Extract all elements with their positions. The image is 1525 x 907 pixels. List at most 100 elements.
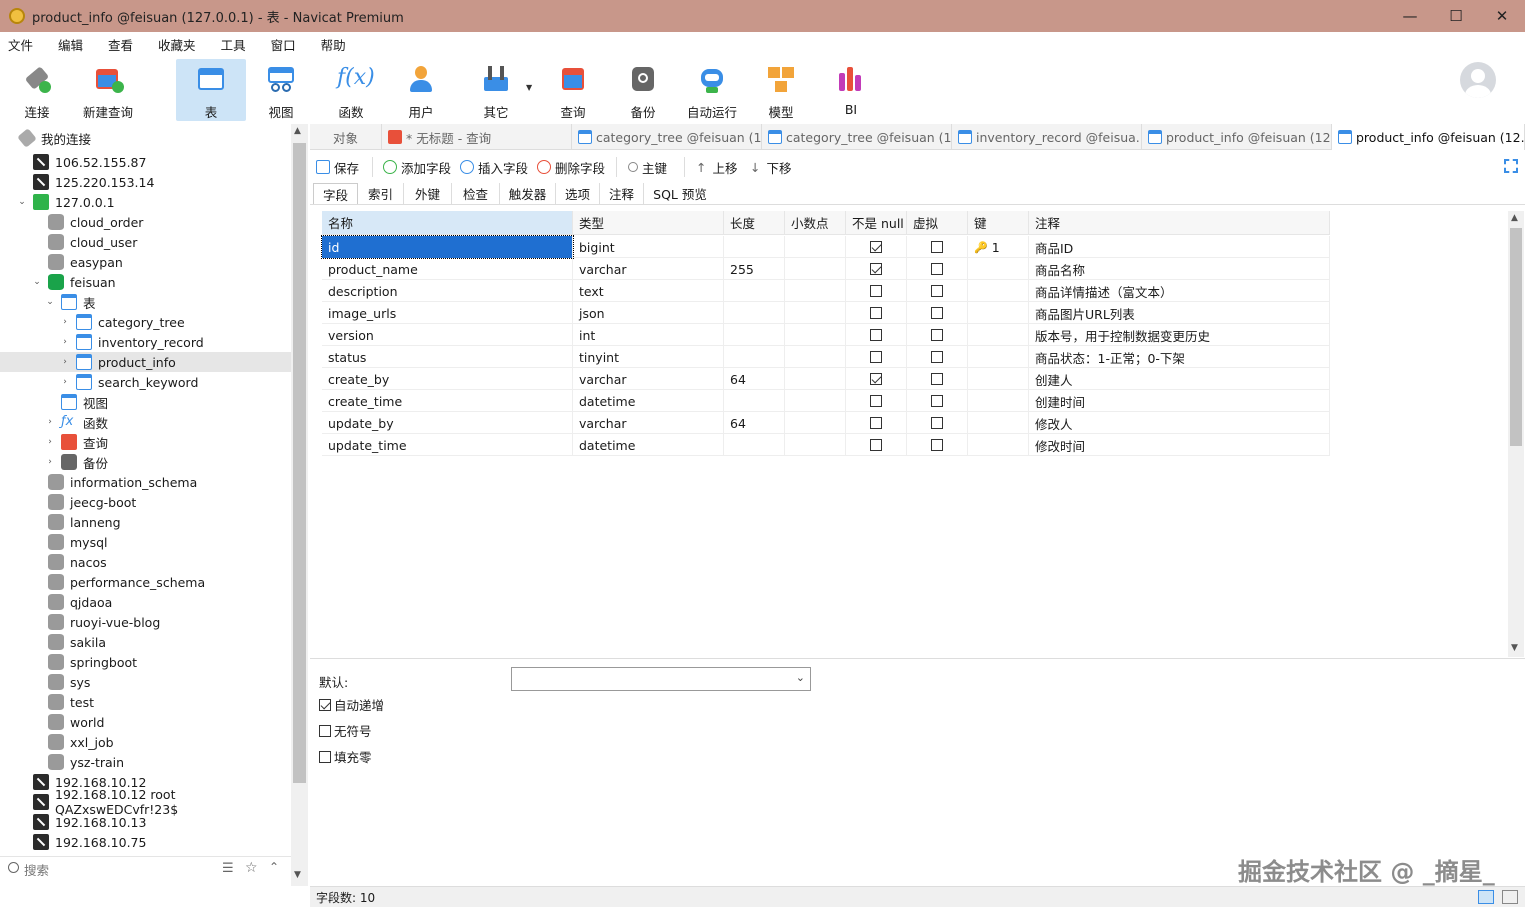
subtab-sql-preview[interactable]: SQL 预览 (644, 183, 716, 204)
primary-key-button[interactable]: 主键 (628, 158, 667, 176)
tree-item[interactable]: › 查询 (0, 432, 291, 452)
name-cell[interactable]: id (321, 235, 574, 259)
len-cell[interactable]: 255 (724, 258, 785, 280)
tree-item[interactable]: ⌄ 表 (0, 292, 291, 312)
tree-item[interactable]: › category_tree (0, 312, 291, 332)
comment-cell[interactable]: 商品名称 (1029, 258, 1330, 280)
type-cell[interactable]: int (573, 324, 724, 346)
dec-cell[interactable] (785, 346, 846, 368)
dec-cell[interactable] (785, 368, 846, 390)
tree-item[interactable]: 192.168.10.75 (0, 832, 291, 852)
virtual-checkbox[interactable] (930, 307, 943, 319)
tree-item[interactable]: 192.168.10.13 (0, 812, 291, 832)
unsigned-checkbox[interactable] (319, 724, 331, 737)
key-cell[interactable] (968, 346, 1029, 368)
dec-cell[interactable] (785, 390, 846, 412)
tree-item[interactable]: world (0, 712, 291, 732)
virtual-cell[interactable] (907, 236, 968, 258)
grid-scroll-up-icon[interactable]: ▲ (1511, 213, 1518, 223)
virtual-checkbox[interactable] (930, 263, 943, 275)
dec-cell[interactable] (785, 302, 846, 324)
virtual-checkbox[interactable] (930, 417, 943, 429)
menu-favorites[interactable]: 收藏夹 (150, 35, 196, 54)
key-cell[interactable] (968, 390, 1029, 412)
grid-scroll-down-icon[interactable]: ▼ (1511, 643, 1518, 653)
len-cell[interactable]: 64 (724, 412, 785, 434)
virtual-checkbox[interactable] (930, 439, 943, 451)
virtual-cell[interactable] (907, 324, 968, 346)
name-cell[interactable]: update_by (322, 412, 573, 434)
tree-item[interactable]: test (0, 692, 291, 712)
len-cell[interactable] (724, 280, 785, 302)
tree-item[interactable]: › product_info (0, 352, 291, 372)
dec-cell[interactable] (785, 236, 846, 258)
toolbar-function-button[interactable]: f(x) 函数 (328, 59, 375, 121)
type-cell[interactable]: datetime (573, 390, 724, 412)
chevron-right-icon[interactable]: › (60, 337, 70, 347)
not-null-checkbox[interactable] (869, 395, 882, 407)
menu-help[interactable]: 帮助 (313, 35, 346, 54)
name-cell[interactable]: create_by (322, 368, 573, 390)
comment-cell[interactable]: 商品状态：1-正常；0-下架 (1029, 346, 1330, 368)
virtual-cell[interactable] (907, 412, 968, 434)
tree-item[interactable]: sys (0, 672, 291, 692)
name-cell[interactable]: status (322, 346, 573, 368)
scroll-up-icon[interactable]: ▲ (294, 126, 301, 136)
tree-item[interactable]: performance_schema (0, 572, 291, 592)
subtab-checks[interactable]: 检查 (452, 183, 500, 204)
chevron-right-icon[interactable]: › (45, 417, 55, 427)
scroll-down-icon[interactable]: ▼ (294, 870, 301, 880)
tree-item[interactable]: cloud_user (0, 232, 291, 252)
comment-cell[interactable]: 修改时间 (1029, 434, 1330, 456)
column-header-comment[interactable]: 注释 (1029, 211, 1330, 235)
virtual-cell[interactable] (907, 346, 968, 368)
not-null-cell[interactable] (846, 280, 907, 302)
type-cell[interactable]: datetime (573, 434, 724, 456)
toolbar-backup-button[interactable]: 备份 (620, 59, 666, 121)
virtual-cell[interactable] (907, 258, 968, 280)
toolbar-other-button[interactable]: 其它 (472, 59, 520, 121)
delete-field-button[interactable]: 删除字段 (537, 158, 605, 176)
column-header-type[interactable]: 类型 (573, 211, 724, 235)
zerofill-checkbox[interactable] (319, 750, 331, 763)
toolbar-connection-button[interactable]: 连接 (10, 59, 64, 121)
tree-item[interactable]: information_schema (0, 472, 291, 492)
search-input[interactable] (24, 860, 204, 880)
menu-edit[interactable]: 编辑 (50, 35, 83, 54)
key-cell[interactable] (968, 412, 1029, 434)
not-null-checkbox[interactable] (869, 263, 882, 275)
not-null-cell[interactable] (846, 302, 907, 324)
virtual-checkbox[interactable] (930, 329, 943, 341)
toolbar-view-button[interactable]: 视图 (258, 59, 304, 121)
not-null-checkbox[interactable] (869, 351, 882, 363)
tree-item[interactable]: › 备份 (0, 452, 291, 472)
name-cell[interactable]: description (322, 280, 573, 302)
tab-inventory-record[interactable]: inventory_record @feisua... (952, 124, 1142, 150)
tree-item[interactable]: ⌄ 127.0.0.1 (0, 192, 291, 212)
comment-cell[interactable]: 创建时间 (1029, 390, 1330, 412)
save-button[interactable]: 保存 (316, 158, 359, 176)
tree-item[interactable]: sakila (0, 632, 291, 652)
key-cell[interactable] (968, 324, 1029, 346)
name-cell[interactable]: image_urls (322, 302, 573, 324)
not-null-cell[interactable] (846, 346, 907, 368)
move-down-button[interactable]: ↓ 下移 (750, 158, 792, 176)
layout-single-icon[interactable] (1502, 890, 1518, 904)
subtab-indexes[interactable]: 索引 (358, 183, 404, 204)
tree-item[interactable]: 192.168.10.12 root QAZxswEDCvfr!23$ (0, 787, 291, 817)
close-button[interactable]: ✕ (1479, 0, 1525, 32)
comment-cell[interactable]: 版本号，用于控制数据变更历史 (1029, 324, 1330, 346)
star-icon[interactable]: ☆ (245, 860, 258, 876)
tree-item[interactable]: 125.220.153.14 (0, 172, 291, 192)
tree-item[interactable]: › inventory_record (0, 332, 291, 352)
name-cell[interactable]: update_time (322, 434, 573, 456)
virtual-cell[interactable] (907, 368, 968, 390)
not-null-checkbox[interactable] (869, 307, 882, 319)
chevron-down-icon[interactable]: ⌄ (17, 197, 27, 207)
key-cell[interactable] (968, 280, 1029, 302)
tree-item[interactable]: nacos (0, 552, 291, 572)
virtual-cell[interactable] (907, 434, 968, 456)
key-cell[interactable] (968, 368, 1029, 390)
comment-cell[interactable]: 商品详情描述（富文本） (1029, 280, 1330, 302)
menu-tools[interactable]: 工具 (213, 35, 246, 54)
